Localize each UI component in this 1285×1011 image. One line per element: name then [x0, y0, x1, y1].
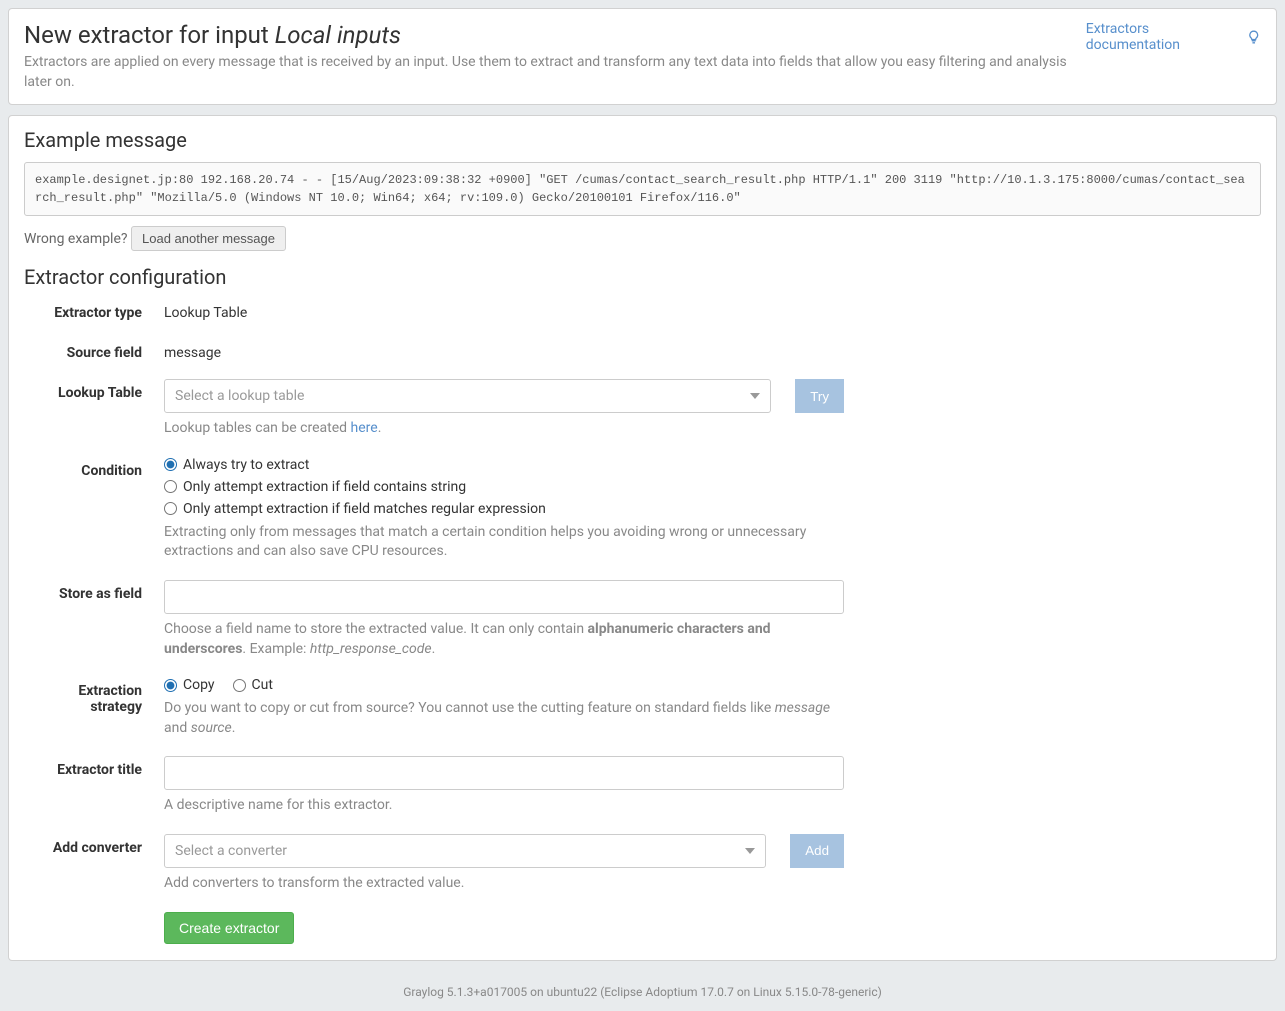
label-extractor-title: Extractor title — [24, 756, 164, 816]
page-title: New extractor for input Local inputs — [24, 21, 1086, 49]
condition-radio-regex[interactable] — [164, 502, 177, 515]
label-strategy: Extraction strategy — [24, 677, 164, 738]
main-panel: Example message example.designet.jp:80 1… — [8, 115, 1277, 960]
label-converter: Add converter — [24, 834, 164, 894]
label-extractor-type: Extractor type — [24, 299, 164, 321]
example-heading: Example message — [24, 128, 1261, 152]
strategy-radio-copy[interactable] — [164, 679, 177, 692]
condition-option-contains[interactable]: Only attempt extraction if field contain… — [164, 479, 844, 495]
extractor-title-input[interactable] — [164, 756, 844, 790]
strategy-help: Do you want to copy or cut from source? … — [164, 699, 844, 738]
condition-radio-always[interactable] — [164, 458, 177, 471]
label-condition: Condition — [24, 457, 164, 562]
chevron-down-icon — [745, 848, 755, 854]
row-submit: Create extractor — [24, 912, 1261, 944]
chevron-down-icon — [750, 393, 760, 399]
label-store-as: Store as field — [24, 580, 164, 659]
condition-help: Extracting only from messages that match… — [164, 523, 844, 562]
add-button[interactable]: Add — [790, 834, 844, 868]
page-subtitle: Extractors are applied on every message … — [24, 53, 1086, 92]
label-lookup-table: Lookup Table — [24, 379, 164, 439]
row-condition: Condition Always try to extract Only att… — [24, 457, 1261, 562]
lookup-table-help: Lookup tables can be created here. — [164, 419, 844, 439]
row-lookup-table: Lookup Table Select a lookup table Try L… — [24, 379, 1261, 439]
converter-placeholder: Select a converter — [175, 843, 287, 859]
extractor-title-help: A descriptive name for this extractor. — [164, 796, 844, 816]
title-input-name: Local inputs — [275, 21, 401, 49]
config-heading: Extractor configuration — [24, 265, 1261, 289]
strategy-cut[interactable]: Cut — [233, 677, 273, 693]
try-button[interactable]: Try — [795, 379, 844, 413]
lookup-table-select[interactable]: Select a lookup table — [164, 379, 771, 413]
row-source-field: Source field message — [24, 339, 1261, 361]
value-extractor-type: Lookup Table — [164, 299, 844, 321]
create-extractor-button[interactable]: Create extractor — [164, 912, 294, 944]
example-message-box: example.designet.jp:80 192.168.20.74 - -… — [24, 162, 1261, 216]
row-converter: Add converter Select a converter Add Add… — [24, 834, 1261, 894]
load-another-button[interactable]: Load another message — [131, 226, 286, 251]
row-strategy: Extraction strategy Copy Cut Do you want… — [24, 677, 1261, 738]
condition-option-always[interactable]: Always try to extract — [164, 457, 844, 473]
row-extractor-type: Extractor type Lookup Table — [24, 299, 1261, 321]
footer-text: Graylog 5.1.3+a017005 on ubuntu22 (Eclip… — [8, 971, 1277, 1003]
lookup-table-placeholder: Select a lookup table — [175, 388, 304, 404]
row-store-as: Store as field Choose a field name to st… — [24, 580, 1261, 659]
documentation-link-label: Extractors documentation — [1086, 21, 1242, 53]
lightbulb-icon — [1246, 29, 1261, 45]
store-as-input[interactable] — [164, 580, 844, 614]
header-panel: New extractor for input Local inputs Ext… — [8, 8, 1277, 105]
converter-select[interactable]: Select a converter — [164, 834, 766, 868]
wrong-example-label: Wrong example? — [24, 231, 128, 247]
strategy-copy[interactable]: Copy — [164, 677, 215, 693]
wrong-example-row: Wrong example? Load another message — [24, 226, 1261, 251]
condition-option-regex[interactable]: Only attempt extraction if field matches… — [164, 501, 844, 517]
title-prefix: New extractor for input — [24, 21, 275, 49]
strategy-radio-cut[interactable] — [233, 679, 246, 692]
lookup-here-link[interactable]: here — [351, 420, 378, 436]
condition-radio-contains[interactable] — [164, 480, 177, 493]
store-as-help: Choose a field name to store the extract… — [164, 620, 844, 659]
value-source-field: message — [164, 339, 844, 361]
label-source-field: Source field — [24, 339, 164, 361]
row-extractor-title: Extractor title A descriptive name for t… — [24, 756, 1261, 816]
documentation-link[interactable]: Extractors documentation — [1086, 21, 1261, 53]
converter-help: Add converters to transform the extracte… — [164, 874, 844, 894]
